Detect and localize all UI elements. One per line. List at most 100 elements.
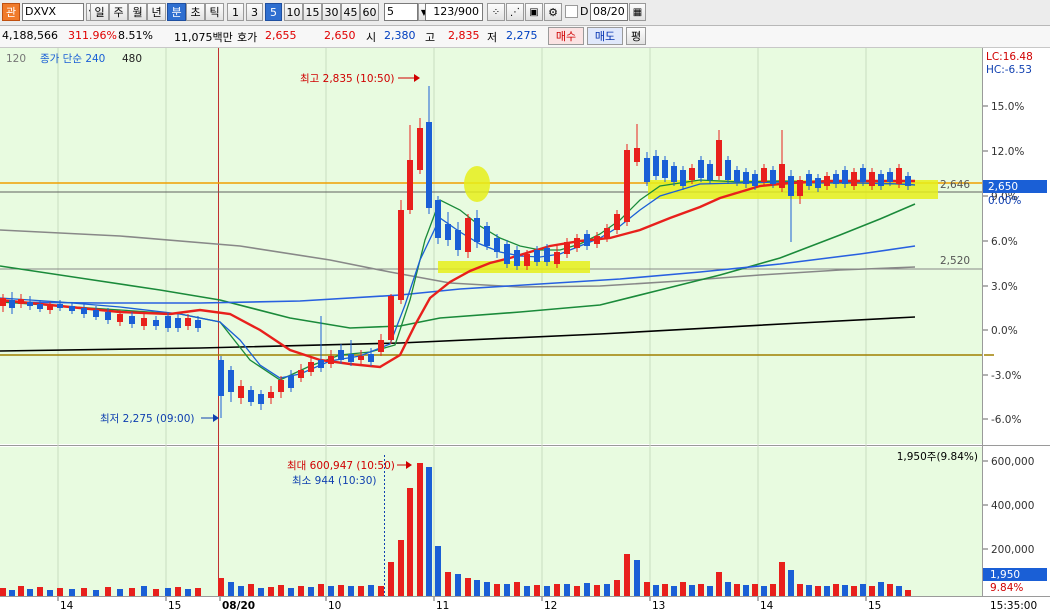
open-price: 2,380 xyxy=(384,29,416,42)
candle-body xyxy=(887,172,893,182)
buy-button[interactable]: 매수 xyxy=(548,27,584,45)
candle-body xyxy=(524,254,530,266)
volume-bar xyxy=(574,586,580,596)
candle-body xyxy=(624,150,630,222)
interval-30[interactable]: 30 xyxy=(322,3,341,21)
market-badge[interactable]: 관 xyxy=(2,3,20,21)
volume-bar xyxy=(455,574,461,596)
interval-select[interactable]: 5 xyxy=(384,3,418,21)
candle-body xyxy=(348,354,354,362)
period-second[interactable]: 초 xyxy=(186,3,205,21)
period-year[interactable]: 년 xyxy=(147,3,166,21)
volume-bar xyxy=(584,583,590,596)
gear-icon[interactable]: ⚙ xyxy=(544,3,562,21)
high-price: 2,835 xyxy=(448,29,480,42)
volume-bar xyxy=(484,582,490,596)
save-icon[interactable]: ▣ xyxy=(525,3,543,21)
legend-ma-label: 종가 단순 240 xyxy=(40,53,105,65)
candle-body xyxy=(788,176,794,196)
volume-bar xyxy=(368,585,374,596)
candle-body xyxy=(165,316,171,328)
interval-5[interactable]: 5 xyxy=(265,3,282,21)
stock-chart: 120 종가 단순 240 480 최고 2,835 (10:50) 최저 2,… xyxy=(0,48,1050,614)
volume-bar xyxy=(833,584,839,596)
time-tick-label: 10 xyxy=(328,600,341,612)
candle-body xyxy=(779,164,785,188)
volume-bar xyxy=(141,586,147,596)
volume-bar xyxy=(318,584,324,596)
volume-bar xyxy=(9,590,15,596)
current-price: 2,650 xyxy=(988,181,1018,193)
candle-body xyxy=(484,226,490,246)
volume-bar xyxy=(689,585,695,596)
price-tick-label: 6.0% xyxy=(991,236,1018,248)
level-2520-label: 2,520 xyxy=(940,255,970,267)
candle-body xyxy=(398,210,404,300)
period-month[interactable]: 월 xyxy=(128,3,147,21)
stock-code-input[interactable]: DXVX xyxy=(22,3,84,21)
candle-body xyxy=(268,392,274,398)
candle-body xyxy=(860,168,866,182)
volume-bar xyxy=(165,588,171,596)
level-2646-label: 2,646 xyxy=(940,179,970,191)
candle-body xyxy=(117,314,123,322)
hc-label: HC:-6.53 xyxy=(986,64,1032,76)
volume-bar xyxy=(27,589,33,596)
candle-body xyxy=(465,218,471,252)
period-week[interactable]: 주 xyxy=(109,3,128,21)
candle-body xyxy=(534,250,540,262)
interval-1[interactable]: 1 xyxy=(227,3,244,21)
volume-bar xyxy=(624,554,630,596)
interval-45[interactable]: 45 xyxy=(341,3,360,21)
period-minute[interactable]: 분 xyxy=(167,3,186,21)
interval-60[interactable]: 60 xyxy=(360,3,379,21)
zigzag-icon[interactable]: ⋰ xyxy=(506,3,524,21)
volume-bar xyxy=(105,587,111,596)
candle-body xyxy=(544,248,550,262)
candle-body xyxy=(81,308,87,314)
volume-bar xyxy=(761,586,767,596)
interval-15[interactable]: 15 xyxy=(303,3,322,21)
volume-bar xyxy=(47,590,53,596)
candle-body xyxy=(634,148,640,162)
time-tick-label: 14 xyxy=(60,600,74,612)
volume-bar xyxy=(725,582,731,596)
volume-bar xyxy=(716,572,722,596)
time-axis-clock: 15:35:00 xyxy=(990,600,1037,612)
volume-bar xyxy=(218,578,224,596)
toolbar: 관 DXVX ▼ 일 주 월 년 분 초 틱 1 3 5 10 15 30 45… xyxy=(0,0,1050,26)
candle-body xyxy=(426,122,432,208)
trade-amount: 11,075백만 xyxy=(174,31,233,44)
candle-count-input[interactable]: 123/900 xyxy=(425,3,483,21)
date-input[interactable]: 08/20 xyxy=(590,3,628,21)
time-tick-label: 11 xyxy=(436,600,449,612)
candle-body xyxy=(815,178,821,188)
price-tick-label: -3.0% xyxy=(991,370,1021,382)
volume-bar xyxy=(896,586,902,596)
candle-body xyxy=(806,174,812,186)
candle-body xyxy=(368,354,374,362)
volume-bar xyxy=(504,584,510,596)
volume-bar xyxy=(824,586,830,596)
candle-body xyxy=(698,160,704,178)
volume-bar xyxy=(195,588,201,596)
scatter-icon[interactable]: ⁘ xyxy=(487,3,505,21)
time-tick-label: 13 xyxy=(652,600,665,612)
volume-bar xyxy=(328,586,334,596)
time-tick-label: 12 xyxy=(544,600,557,612)
sell-button[interactable]: 매도 xyxy=(587,27,623,45)
period-tick[interactable]: 틱 xyxy=(205,3,224,21)
candle-body xyxy=(175,318,181,328)
interval-3[interactable]: 3 xyxy=(246,3,263,21)
volume-tick-label: 400,000 xyxy=(991,500,1034,512)
d-checkbox[interactable] xyxy=(565,5,578,18)
period-day[interactable]: 일 xyxy=(90,3,109,21)
volume-bar xyxy=(288,588,294,596)
candle-body xyxy=(514,250,520,266)
candle-body xyxy=(358,356,364,360)
interval-10[interactable]: 10 xyxy=(284,3,303,21)
candle-body xyxy=(770,170,776,184)
calendar-icon[interactable]: ▦ xyxy=(629,3,646,21)
volume-bar xyxy=(388,562,394,596)
avg-button[interactable]: 평 xyxy=(626,27,646,45)
